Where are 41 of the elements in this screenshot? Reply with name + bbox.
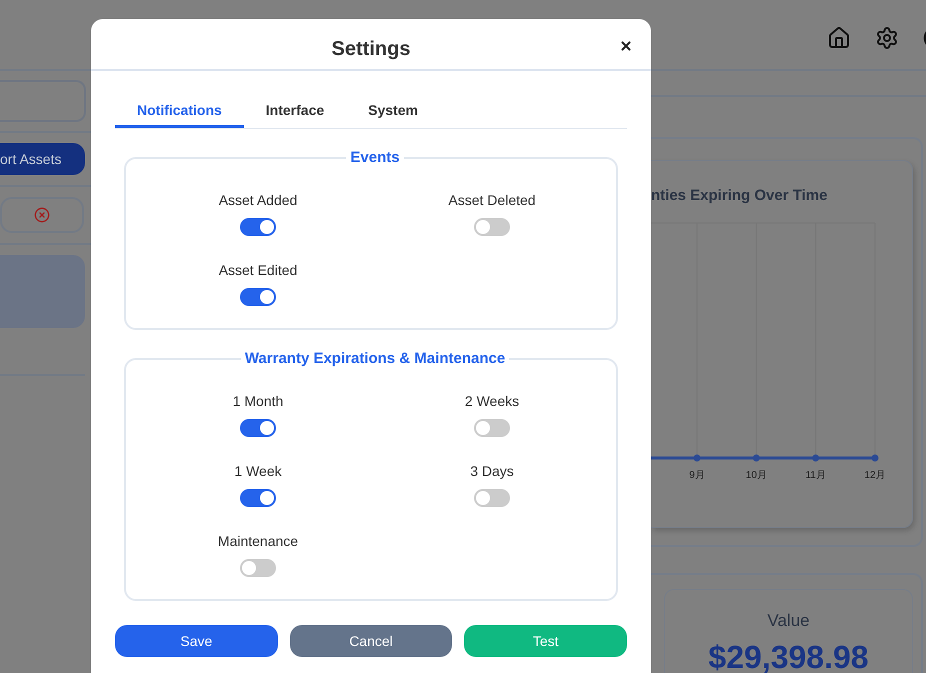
chart-point	[812, 454, 820, 462]
axis-label: 9月	[689, 470, 705, 481]
toggle-switch[interactable]	[474, 489, 510, 507]
toggle-label: Asset Edited	[218, 262, 298, 279]
stat-label: Value	[767, 611, 810, 631]
toggle-switch[interactable]	[240, 489, 276, 507]
chart-point	[694, 454, 700, 462]
close-icon	[619, 39, 633, 53]
toggle-switch[interactable]	[240, 218, 276, 236]
axis-label: 12月	[864, 470, 886, 481]
toggle-label: 1 Week	[234, 463, 282, 480]
toggle-label: Maintenance	[218, 533, 298, 550]
chart-point	[752, 454, 760, 462]
toggle-switch[interactable]	[474, 419, 510, 437]
toggle-switch[interactable]	[240, 559, 276, 577]
assets-button[interactable]: ort Assets	[0, 143, 85, 175]
home-icon[interactable]	[827, 26, 851, 50]
toggle-label: Asset Deleted	[448, 192, 536, 209]
stat-value: $29,398.98	[708, 641, 869, 673]
axis-label: 10月	[746, 470, 767, 481]
toggle-label: 3 Days	[470, 463, 514, 480]
cancel-button[interactable]: Cancel	[290, 625, 452, 657]
toggle-label: 1 Month	[232, 393, 284, 410]
toggle-label: Asset Added	[218, 192, 298, 209]
toggle-switch[interactable]	[240, 419, 276, 437]
dialog-title: Settings	[332, 37, 410, 61]
axis-label: 11月	[805, 470, 826, 481]
settings-icon[interactable]	[875, 26, 899, 50]
x-circle-icon	[34, 207, 50, 223]
tab[interactable]: Notifications	[115, 94, 244, 128]
tab[interactable]: Interface	[244, 94, 346, 128]
save-button[interactable]: Save	[115, 625, 278, 657]
close-button[interactable]	[619, 39, 633, 53]
chart-point	[872, 454, 878, 462]
toggle-switch[interactable]	[474, 218, 510, 236]
group-title: Events	[349, 148, 401, 168]
toggle-label: 2 Weeks	[464, 393, 520, 410]
tab[interactable]: System	[346, 94, 440, 128]
group-title: Warranty Expirations & Maintenance	[244, 349, 506, 369]
chart-title: nties Expiring Over Time	[651, 187, 828, 205]
toggle-switch[interactable]	[240, 288, 276, 306]
